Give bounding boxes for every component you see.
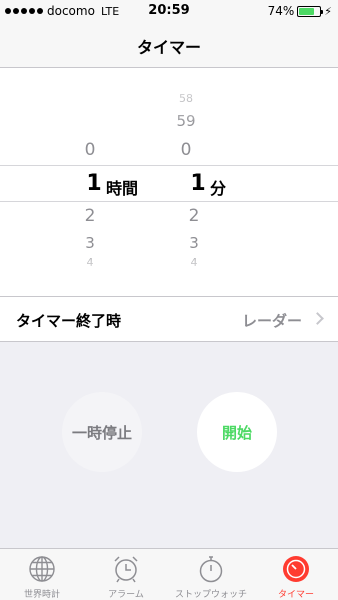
- minute-unit: 分: [210, 179, 227, 198]
- battery-percent: 74%: [267, 4, 295, 18]
- hour-option[interactable]: 2: [70, 206, 110, 226]
- timer-end-sound-row[interactable]: タイマー終了時 レーダー: [0, 296, 338, 342]
- bolt-icon: ⚡: [324, 4, 332, 18]
- battery-icon: [297, 5, 324, 17]
- status-right: 74% ⚡: [268, 4, 332, 18]
- timer-icon: [283, 556, 309, 582]
- minute-option[interactable]: 0: [166, 140, 206, 160]
- chevron-right-icon: [311, 312, 324, 325]
- picker-fade-top: [0, 68, 338, 128]
- picker-fade-bottom: [0, 248, 338, 278]
- selection-line-top: [0, 165, 338, 166]
- tab-stopwatch[interactable]: ストップウォッチ: [169, 549, 253, 600]
- tab-bar: 世界時計 アラーム ストップウォッチ タイマー: [0, 548, 338, 600]
- tab-label: ストップウォッチ: [174, 590, 247, 600]
- timer-end-label: タイマー終了時: [16, 312, 122, 330]
- nav-bar: タイマー: [0, 22, 338, 68]
- control-area: 一時停止 開始: [0, 342, 338, 548]
- time-picker[interactable]: 0 1 時間 2 3 4 58 59 0 1 分 2 3 4: [0, 68, 338, 278]
- globe-icon: [29, 556, 55, 582]
- alarm-clock-icon: [114, 556, 138, 583]
- tab-label: アラーム: [108, 590, 144, 600]
- start-button[interactable]: 開始: [197, 392, 277, 472]
- timer-end-sound-value: レーダー: [241, 312, 302, 330]
- hour-unit: 時間: [106, 179, 139, 198]
- hour-option[interactable]: 0: [70, 140, 110, 160]
- page-title: タイマー: [136, 38, 201, 57]
- battery-fill: [299, 7, 315, 15]
- pause-button[interactable]: 一時停止: [62, 392, 142, 472]
- tab-alarm[interactable]: アラーム: [84, 549, 168, 600]
- minute-option[interactable]: 2: [174, 206, 214, 226]
- tab-timer[interactable]: タイマー: [254, 549, 338, 600]
- tab-world-clock[interactable]: 世界時計: [0, 549, 84, 600]
- tab-label: 世界時計: [23, 590, 60, 600]
- stopwatch-icon: [199, 556, 223, 583]
- tab-label: タイマー: [277, 590, 314, 600]
- status-bar: docomo LTE 20:59 74% ⚡: [0, 0, 338, 22]
- selection-line-bottom: [0, 201, 338, 202]
